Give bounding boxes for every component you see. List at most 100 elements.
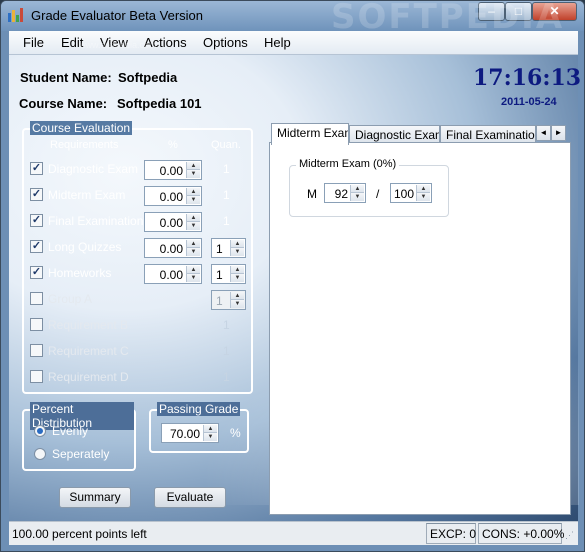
spin-up-icon[interactable]: ▲ xyxy=(231,266,244,274)
percent-input-diagnostic[interactable]: 0.00 ▲ ▼ xyxy=(144,160,202,180)
menu-bar: File Edit View Actions Options Help www.… xyxy=(9,31,578,55)
spin-down-icon[interactable]: ▼ xyxy=(187,170,200,178)
requirement-row-homeworks: ✓ Homeworks 0.00 ▲ ▼ 1 ▲ ▼ xyxy=(24,263,246,285)
spin-up-icon[interactable]: ▲ xyxy=(204,425,217,433)
col-requirements: Requirements xyxy=(50,139,119,151)
watermark-url: www.softpedia.com xyxy=(79,40,157,50)
status-bar: 100.00 percent points left EXCP: 0 CONS:… xyxy=(9,521,578,545)
label-group-a: Group A xyxy=(48,292,93,306)
menu-file[interactable]: File xyxy=(23,35,44,50)
spin-up-icon[interactable]: ▲ xyxy=(351,185,364,193)
tab-scroll-left-icon[interactable]: ◄ xyxy=(536,125,551,141)
tab-midterm-exam[interactable]: Midterm Exam xyxy=(271,123,349,145)
spin-up-icon: ▲ xyxy=(231,292,244,300)
passing-grade-group: Passing Grade 70.00 ▲ ▼ % xyxy=(149,402,249,453)
midterm-exam-group: Midterm Exam (0%) M 92 ▲ ▼ / 100 ▲ ▼ xyxy=(289,158,449,217)
spin-down-icon[interactable]: ▼ xyxy=(231,274,244,282)
requirement-row-c: Requirement C 1 xyxy=(24,341,244,363)
checkbox-homeworks[interactable]: ✓ xyxy=(30,266,43,279)
passing-grade-title: Passing Grade xyxy=(157,402,241,416)
main-content: Student Name: Softpedia Course Name: Sof… xyxy=(9,55,581,521)
label-requirement-d: Requirement D xyxy=(48,370,129,384)
radio-seperately[interactable] xyxy=(34,448,46,460)
title-bar[interactable]: Grade Evaluator Beta Version – □ ✕ SOFTP… xyxy=(1,1,584,37)
student-name-value: Softpedia xyxy=(118,70,178,85)
spin-down-icon[interactable]: ▼ xyxy=(351,193,364,201)
spin-up-icon[interactable]: ▲ xyxy=(231,240,244,248)
midterm-score-input[interactable]: 92 ▲ ▼ xyxy=(324,183,366,203)
requirement-row-diagnostic: ✓ Diagnostic Exam 0.00 ▲ ▼ 1 xyxy=(24,159,244,181)
checkbox-requirement-c[interactable] xyxy=(30,344,43,357)
spin-down-icon[interactable]: ▼ xyxy=(187,196,200,204)
label-long-quizzes: Long Quizzes xyxy=(48,240,122,254)
menu-options[interactable]: Options xyxy=(203,35,248,50)
midterm-exam-group-title: Midterm Exam (0%) xyxy=(296,158,400,170)
radio-evenly[interactable] xyxy=(34,425,46,437)
evaluate-button[interactable]: Evaluate xyxy=(154,487,226,508)
spinner[interactable]: ▲ ▼ xyxy=(350,185,364,201)
quantity-input-long-quizzes[interactable]: 1 ▲ ▼ xyxy=(211,238,246,258)
checkbox-midterm[interactable]: ✓ xyxy=(30,188,43,201)
checkbox-final[interactable]: ✓ xyxy=(30,214,43,227)
midterm-separator: / xyxy=(376,187,380,201)
spin-down-icon[interactable]: ▼ xyxy=(187,248,200,256)
checkbox-group-a[interactable] xyxy=(30,292,43,305)
passing-grade-unit: % xyxy=(230,426,241,440)
summary-button[interactable]: Summary xyxy=(59,487,131,508)
percent-input-midterm[interactable]: 0.00 ▲ ▼ xyxy=(144,186,202,206)
checkbox-diagnostic[interactable]: ✓ xyxy=(30,162,43,175)
radio-evenly-label[interactable]: Evenly xyxy=(52,424,88,438)
spin-down-icon[interactable]: ▼ xyxy=(204,433,217,441)
menu-help[interactable]: Help xyxy=(264,35,291,50)
spinner[interactable]: ▲ ▼ xyxy=(186,188,200,204)
app-window: Grade Evaluator Beta Version – □ ✕ SOFTP… xyxy=(0,0,585,552)
spin-down-icon[interactable]: ▼ xyxy=(187,274,200,282)
spinner: ▲ ▼ xyxy=(230,292,244,308)
course-name-label: Course Name: xyxy=(19,96,108,111)
checkbox-long-quizzes[interactable]: ✓ xyxy=(30,240,43,253)
quantity-requirement-c: 1 xyxy=(223,344,230,358)
spinner[interactable]: ▲ ▼ xyxy=(186,266,200,282)
spin-up-icon[interactable]: ▲ xyxy=(187,214,200,222)
quantity-requirement-d: 1 xyxy=(223,370,230,384)
quantity-input-homeworks[interactable]: 1 ▲ ▼ xyxy=(211,264,246,284)
requirement-row-final: ✓ Final Examination 0.00 ▲ ▼ 1 xyxy=(24,211,244,233)
status-percent-left: 100.00 percent points left xyxy=(12,527,147,541)
app-icon xyxy=(8,8,23,22)
spin-down-icon[interactable]: ▼ xyxy=(187,222,200,230)
spin-up-icon[interactable]: ▲ xyxy=(187,240,200,248)
tab-scroll-right-icon[interactable]: ► xyxy=(551,125,566,141)
requirement-row-d: Requirement D 1 xyxy=(24,367,244,389)
label-final: Final Examination xyxy=(48,214,144,228)
quantity-input-group-a: 1 ▲ ▼ xyxy=(211,290,246,310)
midterm-total-input[interactable]: 100 ▲ ▼ xyxy=(390,183,432,203)
percent-input-long-quizzes[interactable]: 0.00 ▲ ▼ xyxy=(144,238,202,258)
percent-input-final[interactable]: 0.00 ▲ ▼ xyxy=(144,212,202,232)
spinner[interactable]: ▲ ▼ xyxy=(186,162,200,178)
percent-input-homeworks[interactable]: 0.00 ▲ ▼ xyxy=(144,264,202,284)
spin-up-icon[interactable]: ▲ xyxy=(417,185,430,193)
percent-distribution-group: Percent Distribution Evenly Seperately xyxy=(22,402,136,471)
spinner[interactable]: ▲ ▼ xyxy=(186,214,200,230)
col-quantity: Quan. xyxy=(211,139,241,151)
spin-down-icon[interactable]: ▼ xyxy=(417,193,430,201)
quantity-final: 1 xyxy=(223,214,230,228)
spinner[interactable]: ▲ ▼ xyxy=(230,266,244,282)
checkbox-requirement-b[interactable] xyxy=(30,318,43,331)
passing-grade-input[interactable]: 70.00 ▲ ▼ xyxy=(161,423,219,443)
radio-seperately-label[interactable]: Seperately xyxy=(52,447,109,461)
spin-up-icon[interactable]: ▲ xyxy=(187,162,200,170)
spin-up-icon[interactable]: ▲ xyxy=(187,188,200,196)
resize-grip-icon[interactable]: ⋰ xyxy=(565,530,575,540)
checkbox-requirement-d[interactable] xyxy=(30,370,43,383)
spin-down-icon: ▼ xyxy=(231,300,244,308)
student-name-label: Student Name: xyxy=(20,70,112,85)
midterm-prefix: M xyxy=(307,187,317,201)
spinner[interactable]: ▲ ▼ xyxy=(203,425,217,441)
spinner[interactable]: ▲ ▼ xyxy=(416,185,430,201)
spinner[interactable]: ▲ ▼ xyxy=(186,240,200,256)
col-percent: % xyxy=(168,139,178,151)
spin-down-icon[interactable]: ▼ xyxy=(231,248,244,256)
spin-up-icon[interactable]: ▲ xyxy=(187,266,200,274)
spinner[interactable]: ▲ ▼ xyxy=(230,240,244,256)
